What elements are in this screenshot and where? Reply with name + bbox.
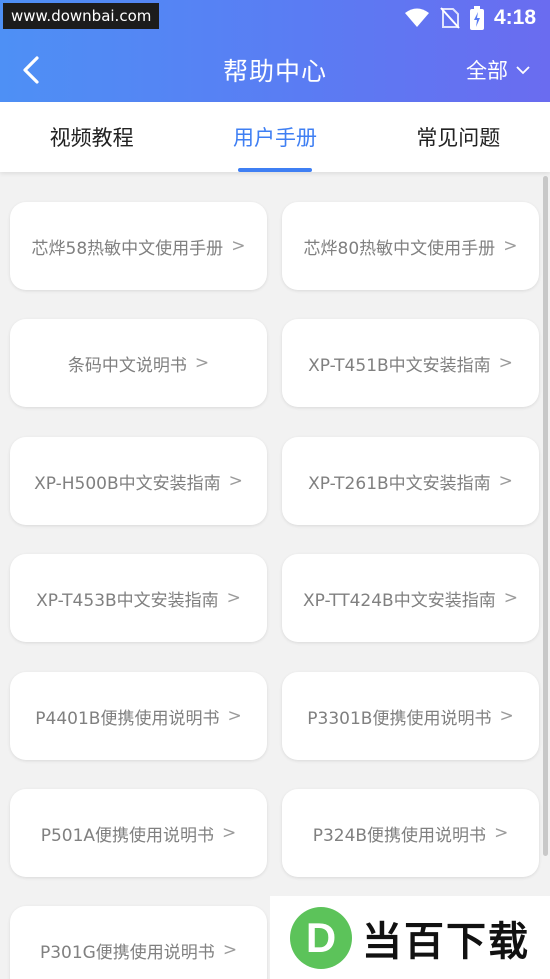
manual-label: XP-T261B中文安装指南	[308, 473, 491, 494]
chevron-right-icon: >	[227, 706, 242, 726]
manual-card[interactable]: XP-H500B中文安装指南 >	[10, 437, 267, 525]
manual-label: P3301B便携使用说明书	[307, 708, 492, 729]
manual-label: P301G便携使用说明书	[39, 942, 215, 963]
site-logo-watermark: D 当百下载	[270, 896, 550, 979]
manual-card[interactable]: P324B便携使用说明书 >	[282, 789, 539, 877]
manual-card[interactable]: 芯烨58热敏中文使用手册 >	[10, 202, 267, 290]
manual-card[interactable]: P3301B便携使用说明书 >	[282, 672, 539, 760]
manual-card[interactable]: XP-TT424B中文安装指南 >	[282, 554, 539, 642]
chevron-right-icon: >	[228, 471, 243, 491]
manual-card[interactable]: XP-T451B中文安装指南 >	[282, 319, 539, 407]
manual-card[interactable]: XP-T453B中文安装指南 >	[10, 554, 267, 642]
logo-mark: D	[290, 906, 352, 969]
manual-label: 芯烨80热敏中文使用手册	[303, 238, 496, 259]
app-header: www.downbai.com 4:18 帮助中心 全部	[0, 0, 550, 102]
chevron-down-icon	[516, 65, 530, 74]
chevron-right-icon: >	[503, 588, 518, 608]
tab-user-manual[interactable]: 用户手册	[183, 102, 366, 172]
chevron-right-icon: >	[222, 823, 237, 843]
manual-label: P4401B便携使用说明书	[35, 708, 220, 729]
scrollbar[interactable]	[543, 176, 548, 856]
chevron-right-icon: >	[231, 236, 246, 256]
manual-card[interactable]: 芯烨80热敏中文使用手册 >	[282, 202, 539, 290]
manual-label: 芯烨58热敏中文使用手册	[31, 238, 224, 259]
manual-card[interactable]: P4401B便携使用说明书 >	[10, 672, 267, 760]
manual-label: XP-H500B中文安装指南	[34, 473, 221, 494]
manual-label: XP-T451B中文安装指南	[308, 355, 491, 376]
site-watermark: www.downbai.com	[3, 3, 160, 29]
manual-label: 条码中文说明书	[67, 355, 187, 376]
battery-charging-icon	[469, 6, 484, 30]
tab-faq[interactable]: 常见问题	[367, 102, 550, 172]
filter-label: 全部	[466, 59, 508, 83]
clock: 4:18	[493, 6, 536, 29]
no-sim-icon	[440, 7, 460, 29]
chevron-right-icon: >	[498, 471, 513, 491]
chevron-right-icon: >	[499, 706, 514, 726]
tab-video-tutorials[interactable]: 视频教程	[0, 102, 183, 172]
status-bar: 4:18	[404, 4, 536, 32]
logo-text: 当百下载	[362, 918, 530, 965]
chevron-right-icon: >	[226, 588, 241, 608]
chevron-right-icon: >	[222, 940, 238, 960]
chevron-right-icon: >	[494, 823, 509, 843]
manual-card[interactable]: 条码中文说明书 >	[10, 319, 267, 407]
chevron-right-icon: >	[503, 236, 518, 256]
manual-label: XP-T453B中文安装指南	[36, 590, 219, 611]
manual-label: P501A便携使用说明书	[40, 825, 215, 846]
manual-card[interactable]: P301G便携使用说明书 >	[10, 906, 267, 979]
title-bar: 帮助中心 全部	[0, 42, 550, 98]
chevron-right-icon: >	[498, 353, 513, 373]
filter-dropdown[interactable]: 全部	[466, 55, 530, 85]
manual-card[interactable]: XP-T261B中文安装指南 >	[282, 437, 539, 525]
manual-label: P324B便携使用说明书	[312, 825, 487, 846]
tab-bar: 视频教程 用户手册 常见问题	[0, 102, 550, 172]
chevron-right-icon: >	[194, 353, 210, 373]
manual-label: XP-TT424B中文安装指南	[303, 590, 496, 611]
wifi-icon	[404, 8, 429, 27]
manual-card[interactable]: P501A便携使用说明书 >	[10, 789, 267, 877]
